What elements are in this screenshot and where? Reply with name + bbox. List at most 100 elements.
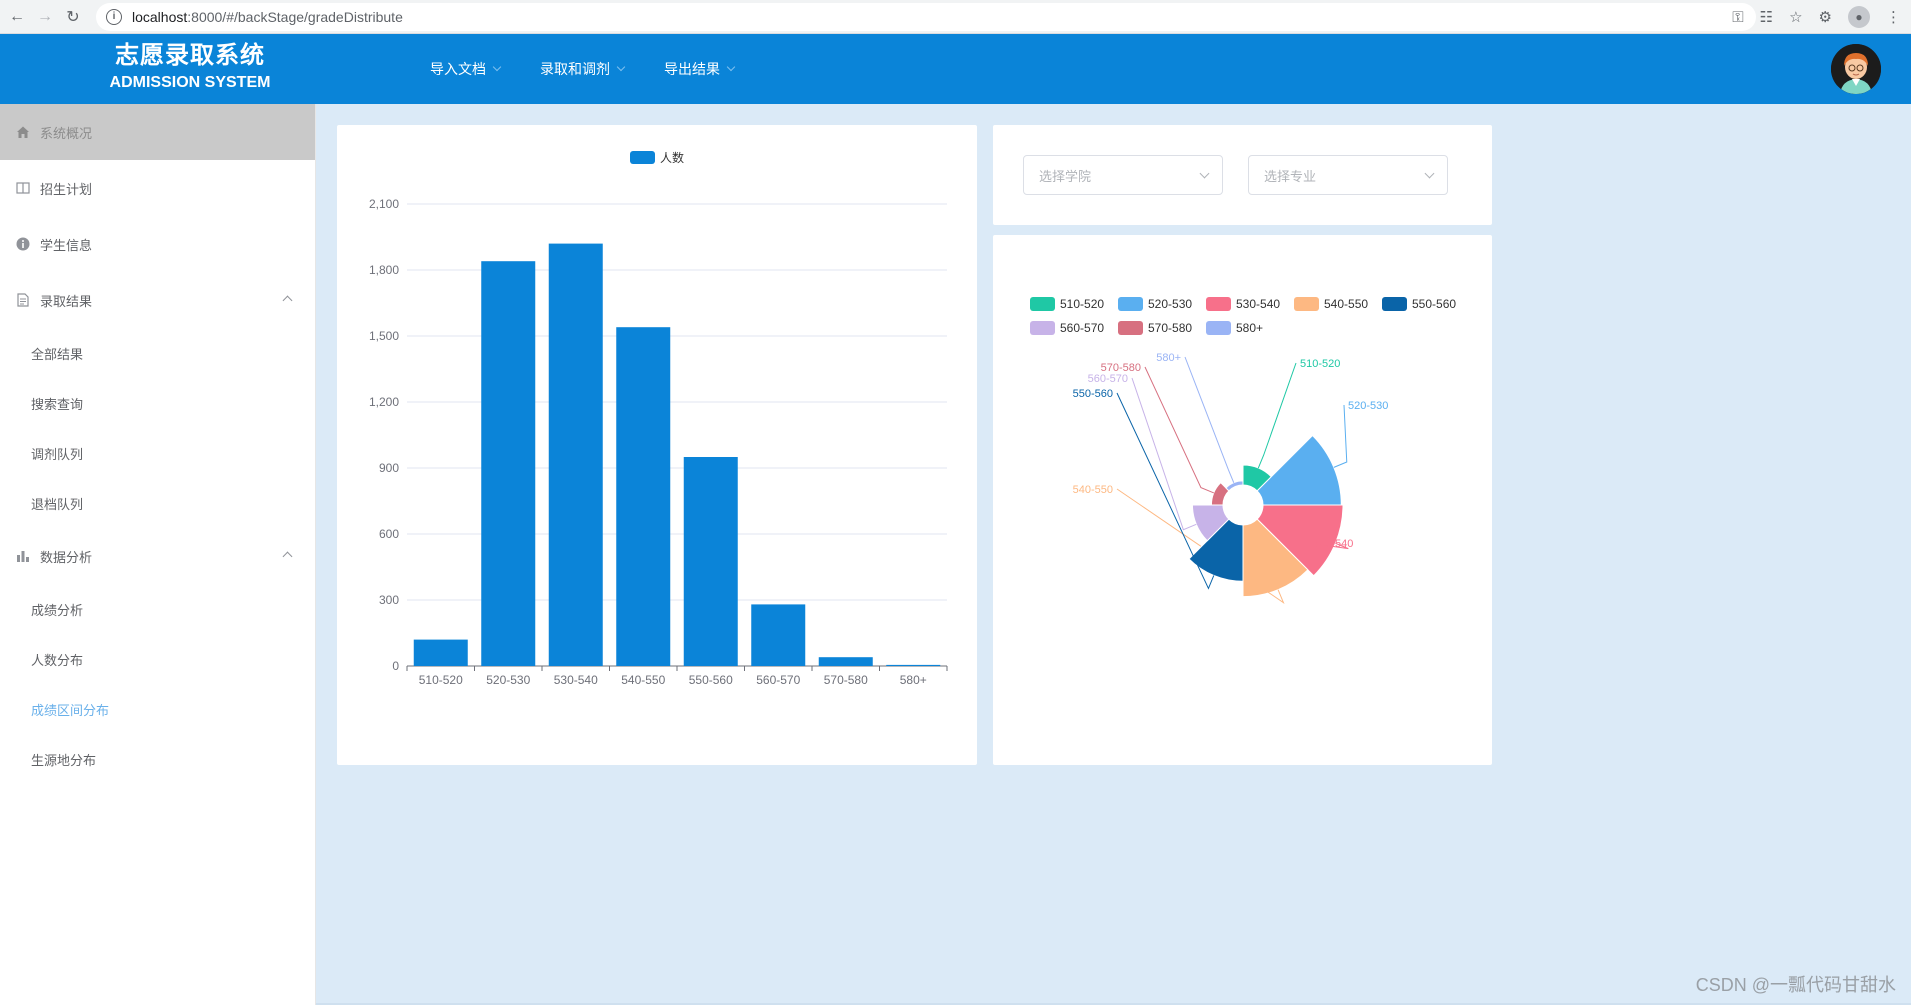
- legend-label: 560-570: [1060, 321, 1104, 335]
- info-icon: [15, 236, 31, 252]
- sidebar-item-label: 系统概况: [40, 125, 93, 141]
- bar: [886, 664, 941, 666]
- watermark: CSDN @一瓢代码甘甜水: [1695, 975, 1896, 995]
- slice-label: 530-540: [1313, 538, 1353, 550]
- sidebar-item-results[interactable]: 录取结果: [0, 272, 315, 328]
- bar: [481, 261, 536, 666]
- star-icon[interactable]: ☆: [1789, 8, 1802, 26]
- pie-slice: [1256, 434, 1342, 506]
- legend-swatch: [1294, 297, 1319, 311]
- y-tick-label: 1,800: [369, 263, 399, 277]
- chevron-up-icon[interactable]: [282, 295, 293, 306]
- back-icon[interactable]: ←: [6, 6, 28, 28]
- reload-icon[interactable]: ↻: [62, 6, 84, 28]
- more-icon[interactable]: ⋮: [1886, 8, 1901, 26]
- sidebar-subitem-withdraw-queue[interactable]: 退档队列: [0, 478, 315, 528]
- menu-label: 导入文档: [430, 61, 486, 77]
- document-icon: [15, 292, 31, 308]
- menu-import-docs[interactable]: 导入文档: [430, 59, 502, 79]
- legend-swatch: [1206, 297, 1231, 311]
- x-tick-label: 550-560: [689, 673, 733, 687]
- bar: [683, 457, 738, 666]
- legend-label: 520-530: [1148, 297, 1192, 311]
- slice-label: 580+: [1156, 352, 1181, 364]
- legend-label: 510-520: [1060, 297, 1104, 311]
- legend-label: 550-560: [1412, 297, 1456, 311]
- y-tick-label: 0: [392, 659, 399, 673]
- bar: [548, 243, 603, 666]
- x-tick-label: 520-530: [486, 673, 530, 687]
- avatar[interactable]: [1831, 44, 1881, 94]
- bar-chart-card: 人数 0 300 600 900 1,200 1,500 1,800 2,100 510-520 5…: [337, 125, 977, 765]
- label-line: [1131, 377, 1197, 531]
- y-tick-label: 2,100: [369, 197, 399, 211]
- x-tick-label: 570-580: [824, 673, 868, 687]
- y-tick-label: 1,500: [369, 329, 399, 343]
- menu-export[interactable]: 导出结果: [664, 59, 736, 79]
- legend-swatch: [1206, 321, 1231, 335]
- pie-chart-card: 510-520 520-530 530-540 540-550 550-560 560-5…: [993, 235, 1492, 765]
- bar: [616, 327, 671, 666]
- y-tick-label: 900: [379, 461, 399, 475]
- legend-label: 540-550: [1324, 297, 1368, 311]
- pie-slice: [1225, 480, 1244, 492]
- menu-admission[interactable]: 录取和调剂: [540, 59, 626, 79]
- legend-label: 580+: [1236, 321, 1263, 335]
- forward-icon[interactable]: →: [34, 6, 56, 28]
- profile-icon[interactable]: ●: [1848, 6, 1870, 28]
- sidebar-item-analysis[interactable]: 数据分析: [0, 528, 315, 584]
- chevron-down-icon: [1424, 168, 1435, 179]
- x-tick-label: 580+: [900, 673, 927, 687]
- app-title-cn: 志愿录取系统: [115, 42, 265, 69]
- extensions-icon[interactable]: ⚙: [1819, 8, 1832, 26]
- sidebar-subitem-count-distribution[interactable]: 人数分布: [0, 634, 315, 684]
- legend-label: 570-580: [1148, 321, 1192, 335]
- label-line: [1333, 404, 1348, 468]
- college-select-placeholder: 选择学院: [1039, 168, 1092, 184]
- sidebar-item-label: 录取结果: [40, 293, 93, 309]
- major-select-placeholder: 选择专业: [1264, 168, 1317, 184]
- y-tick-label: 600: [379, 527, 399, 541]
- legend-swatch: [1118, 321, 1143, 335]
- sidebar-subitem-score-analysis[interactable]: 成绩分析: [0, 584, 315, 634]
- x-tick-label: 530-540: [554, 673, 598, 687]
- sidebar-item-enroll-plan[interactable]: 招生计划: [0, 160, 315, 216]
- pie-slice: [1210, 481, 1230, 506]
- sidebar-subitem-adjust-queue[interactable]: 调剂队列: [0, 428, 315, 478]
- site-info-icon[interactable]: i: [106, 8, 122, 25]
- x-tick-label: 540-550: [621, 673, 665, 687]
- translate-icon[interactable]: ☷: [1760, 8, 1773, 26]
- legend-label: 530-540: [1236, 297, 1280, 311]
- sidebar-item-student-info[interactable]: 学生信息: [0, 216, 315, 272]
- pie-chart: 510-520 520-530 530-540 540-550 550-560 560-5…: [1030, 297, 1456, 604]
- y-tick-label: 300: [379, 593, 399, 607]
- bar: [818, 657, 873, 666]
- book-icon: [15, 180, 31, 196]
- sidebar-subitem-origin-distribution[interactable]: 生源地分布: [0, 734, 315, 784]
- sidebar-subitem-search[interactable]: 搜索查询: [0, 378, 315, 428]
- filter-card: 选择学院 选择专业: [993, 125, 1492, 225]
- legend-swatch: [1118, 297, 1143, 311]
- menu-label: 录取和调剂: [540, 61, 610, 77]
- chevron-up-icon[interactable]: [282, 551, 293, 562]
- address-bar[interactable]: i localhost:8000/#/backStage/gradeDistri…: [96, 2, 1756, 31]
- sidebar-subitem-all-results[interactable]: 全部结果: [0, 328, 315, 378]
- logo: 志愿录取系统 ADMISSION SYSTEM: [90, 42, 290, 94]
- sidebar-item-label: 学生信息: [40, 237, 93, 253]
- college-select[interactable]: 选择学院: [1023, 155, 1223, 195]
- legend-label: 人数: [660, 150, 684, 165]
- sidebar: 系统概况 招生计划 学生信息 录取结果 全部结果 搜索查询 调剂队列 退档队列 …: [0, 104, 316, 1005]
- slice-label: 520-530: [1348, 400, 1388, 412]
- sidebar-subitem-score-range-distribution[interactable]: 成绩区间分布: [0, 684, 315, 734]
- sidebar-item-label: 数据分析: [40, 549, 93, 565]
- y-tick-label: 1,200: [369, 395, 399, 409]
- sidebar-item-overview[interactable]: 系统概况: [0, 104, 315, 160]
- browser-toolbar: ← → ↻ i localhost:8000/#/backStage/grade…: [0, 0, 1911, 34]
- home-icon: [15, 124, 31, 140]
- app-title-en: ADMISSION SYSTEM: [109, 74, 271, 91]
- label-line: [1257, 362, 1297, 469]
- key-icon[interactable]: ⚿: [1732, 9, 1743, 26]
- top-menu: 导入文档 录取和调剂 导出结果: [430, 34, 774, 104]
- slice-label: 510-520: [1300, 358, 1340, 370]
- major-select[interactable]: 选择专业: [1248, 155, 1448, 195]
